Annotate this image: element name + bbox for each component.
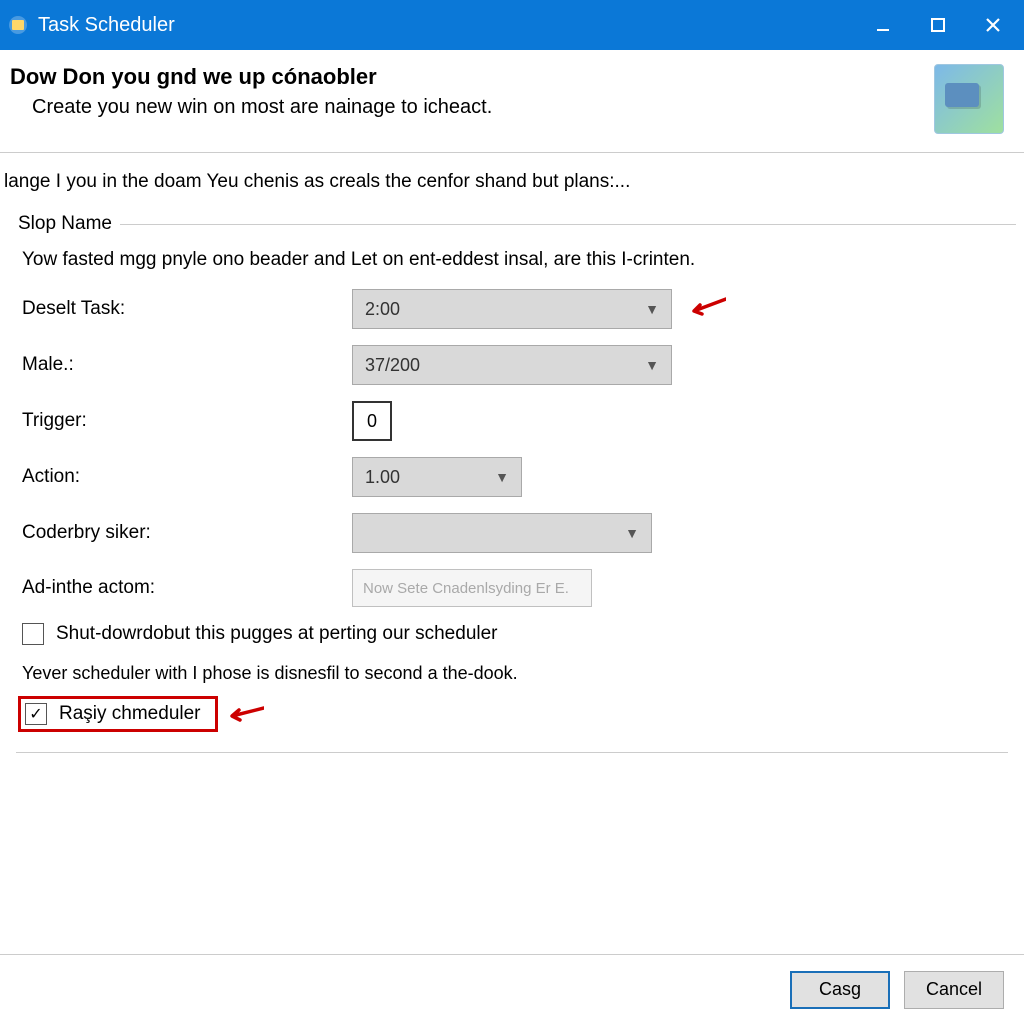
action-label: Action: — [22, 466, 352, 488]
window-title: Task Scheduler — [38, 14, 855, 37]
shutdown-checkbox-label: Shut-dowrdobut this pugges at perting ou… — [56, 623, 498, 645]
wizard-body: lange I you in the doam Yeu chenis as cr… — [0, 153, 1024, 753]
rasy-checkbox-label: Raşiy chmeduler — [59, 703, 201, 725]
male-label: Male.: — [22, 354, 352, 376]
wizard-header: Dow Don you gnd we up cónaobler Create y… — [0, 50, 1024, 153]
settings-group: Slop Name Yow fasted mgg pnyle ono beade… — [8, 213, 1016, 753]
page-subtitle: Create you new win on most are nainage t… — [10, 96, 934, 119]
adin-readonly-field: Now Sete Cnadenlsyding Er E. — [352, 569, 592, 607]
adin-label: Ad-inthe actom: — [22, 577, 352, 599]
chevron-down-icon: ▼ — [495, 469, 509, 485]
chevron-down-icon: ▼ — [645, 301, 659, 317]
wizard-icon — [934, 64, 1004, 134]
ok-button[interactable]: Casg — [790, 971, 890, 1009]
action-value: 1.00 — [365, 467, 400, 488]
button-bar: Casg Cancel — [0, 954, 1024, 1024]
coderbry-select[interactable]: ▼ — [352, 513, 652, 553]
maximize-button[interactable] — [910, 0, 965, 50]
chevron-down-icon: ▼ — [645, 357, 659, 373]
action-select[interactable]: 1.00 ▼ — [352, 457, 522, 497]
highlight-annotation: Raşiy chmeduler — [18, 696, 218, 732]
close-button[interactable] — [965, 0, 1020, 50]
annotation-arrow-1 — [688, 297, 726, 317]
scheduler-note: Yever scheduler with I phose is disnesfi… — [8, 659, 1016, 696]
group-legend: Slop Name — [8, 213, 120, 235]
minimize-button[interactable] — [855, 0, 910, 50]
trigger-label: Trigger: — [22, 410, 352, 432]
page-title: Dow Don you gnd we up cónaobler — [10, 64, 934, 90]
deselt-task-label: Deselt Task: — [22, 298, 352, 320]
rasy-checkbox[interactable] — [25, 703, 47, 725]
chevron-down-icon: ▼ — [625, 525, 639, 541]
deselt-task-select[interactable]: 2:00 ▼ — [352, 289, 672, 329]
group-bottom-divider — [16, 752, 1008, 753]
male-select[interactable]: 37/200 ▼ — [352, 345, 672, 385]
shutdown-checkbox[interactable] — [22, 623, 44, 645]
titlebar: Task Scheduler — [0, 0, 1024, 50]
coderbry-label: Coderbry siker: — [22, 522, 352, 544]
group-description: Yow fasted mgg pnyle ono beader and Let … — [8, 249, 1016, 289]
deselt-task-value: 2:00 — [365, 299, 400, 320]
cancel-button[interactable]: Cancel — [904, 971, 1004, 1009]
group-divider — [120, 224, 1016, 225]
app-icon — [8, 15, 28, 35]
annotation-arrow-2 — [226, 704, 264, 724]
intro-text: lange I you in the doam Yeu chenis as cr… — [0, 171, 1024, 213]
male-value: 37/200 — [365, 355, 420, 376]
trigger-input[interactable]: 0 — [352, 401, 392, 441]
